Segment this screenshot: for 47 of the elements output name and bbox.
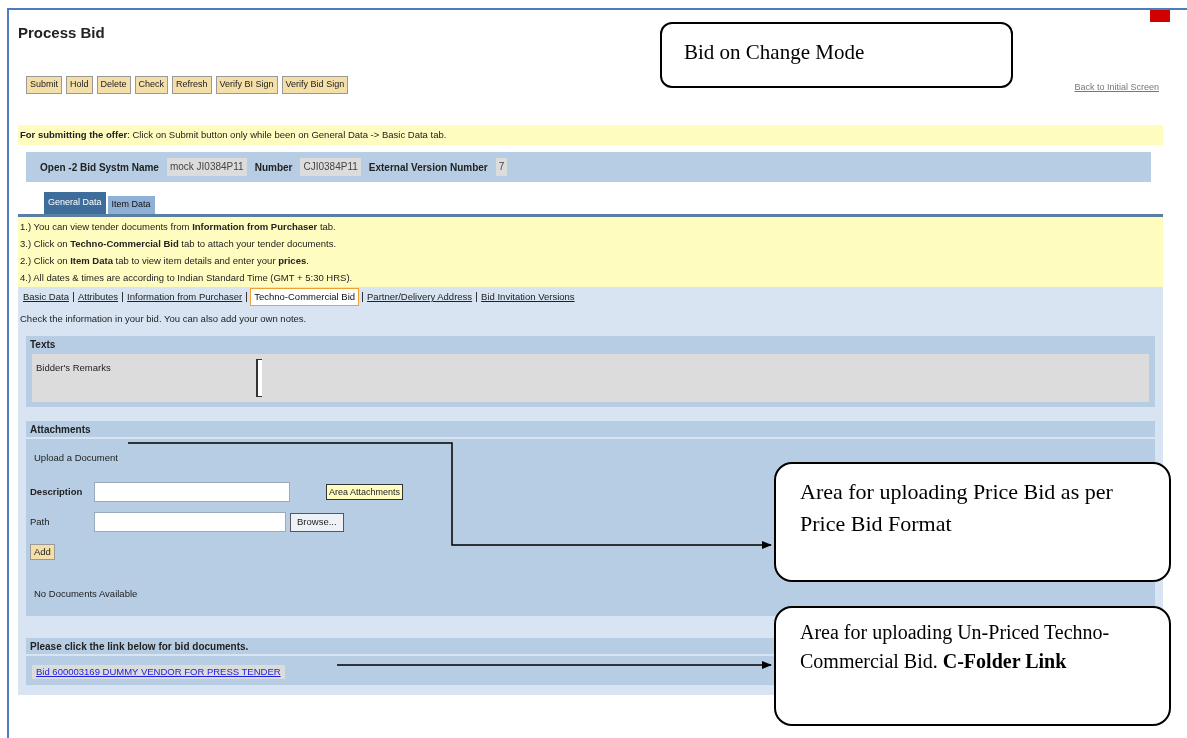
section-title: Attachments bbox=[26, 421, 1155, 439]
path-field[interactable] bbox=[94, 512, 286, 533]
browse-button[interactable]: Browse... bbox=[290, 512, 344, 532]
bid-documents-link[interactable]: Bid 600003169 DUMMY VENDOR FOR PRESS TENDER bbox=[32, 664, 285, 679]
field-value: mock JI0384P11 bbox=[166, 158, 247, 176]
field-label: Number bbox=[254, 160, 293, 175]
description-field[interactable] bbox=[94, 482, 290, 503]
field-label: External Version Number bbox=[368, 160, 488, 175]
toolbar-button[interactable]: Verify BI Sign bbox=[215, 76, 278, 94]
info-line: 2.) Click on Item Data tab to view item details and enter your prices. bbox=[20, 254, 310, 268]
subtab-link[interactable]: Basic Data bbox=[22, 289, 70, 305]
add-button[interactable]: Add bbox=[30, 544, 55, 561]
upload-label: Upload a Document bbox=[34, 451, 118, 465]
subtab-link[interactable]: Bid Invitation Versions bbox=[480, 289, 576, 305]
tab[interactable]: Item Data bbox=[107, 196, 155, 214]
page-title: Process Bid bbox=[18, 23, 106, 42]
callout-note: Area for uploading Price Bid as per Price Bid Format bbox=[774, 462, 1171, 582]
info-line: 3.) Click on Techno-Commercial Bid tab to attach your tender documents. bbox=[20, 237, 338, 251]
field-value: CJI0384P11 bbox=[300, 158, 361, 176]
field-label: Open -2 Bid Systm Name bbox=[40, 160, 159, 175]
field-label: Path bbox=[30, 515, 51, 530]
toolbar-button[interactable]: Verify Bid Sign bbox=[281, 76, 349, 94]
subtab-link[interactable]: Techno-Commercial Bid bbox=[250, 288, 360, 306]
callout-note: Area for uploading Un-Priced Techno-Commercial Bid. C-Folder Link bbox=[774, 606, 1171, 726]
field-label: Description bbox=[30, 485, 84, 500]
back-link[interactable]: Back to Initial Screen bbox=[1074, 80, 1159, 94]
toolbar-button[interactable]: Hold bbox=[66, 76, 93, 94]
subtab-link[interactable]: Partner/Delivery Address bbox=[366, 289, 474, 305]
corner-square bbox=[1150, 10, 1170, 22]
field-label: Bidder's Remarks bbox=[35, 361, 112, 375]
empty-message: No Documents Available bbox=[34, 587, 138, 602]
toolbar-button[interactable]: Check bbox=[134, 76, 169, 94]
area-attachments-button[interactable]: Area Attachments bbox=[326, 484, 404, 501]
submit-note: For submitting the offer: Click on Submit button only while been on General Data -> Basic Data tab. bbox=[18, 125, 1163, 145]
info-line: 1.) You can view tender documents from Information from Purchaser tab. bbox=[20, 220, 337, 234]
toolbar-button[interactable]: Submit bbox=[26, 76, 62, 94]
section-title: Texts bbox=[29, 338, 57, 352]
info-line: 4.) All dates & times are according to Indian Standard Time (GMT + 5:30 HRS). bbox=[20, 271, 354, 285]
tab[interactable]: General Data bbox=[44, 192, 106, 214]
toolbar-button[interactable]: Refresh bbox=[172, 76, 212, 94]
intro-text: Check the information in your bid. You can also add your own notes. bbox=[19, 312, 308, 326]
callout-note: Bid on Change Mode bbox=[660, 22, 1013, 88]
toolbar-button[interactable]: Delete bbox=[96, 76, 131, 94]
subtab-link[interactable]: Information from Purchaser bbox=[126, 289, 244, 305]
remarks-field[interactable] bbox=[256, 359, 262, 397]
field-value: 7 bbox=[495, 158, 508, 176]
subtab-link[interactable]: Attributes bbox=[76, 289, 120, 305]
